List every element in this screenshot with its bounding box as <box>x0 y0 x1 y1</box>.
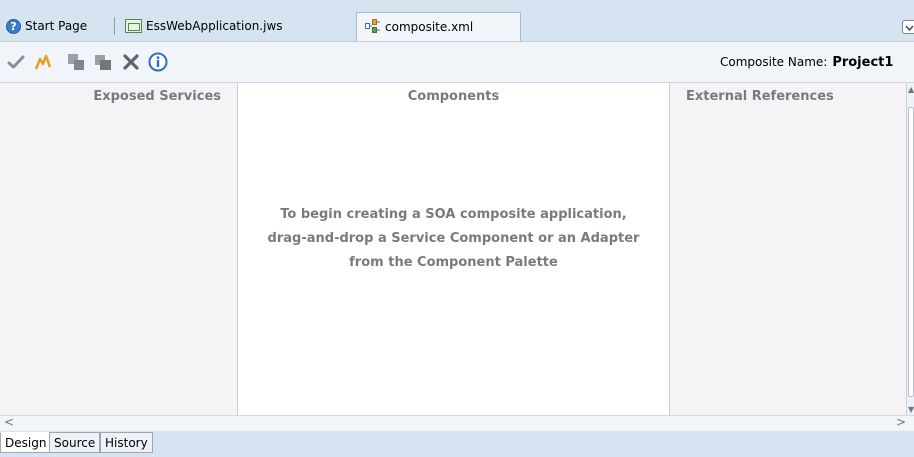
copy-button[interactable] <box>66 52 86 72</box>
external-references-title: External References <box>686 89 834 104</box>
scroll-down-arrow[interactable]: ▼ <box>908 405 914 414</box>
help-icon: ? <box>6 18 21 34</box>
composite-name-value: Project1 <box>832 55 894 70</box>
horizontal-scrollbar[interactable]: < > <box>0 415 914 431</box>
test-button[interactable] <box>33 52 53 72</box>
tab-design[interactable]: Design <box>0 432 52 453</box>
editor-view-tabs: Design Source History <box>0 431 914 457</box>
tab-start-page[interactable]: ? Start Page <box>6 17 87 35</box>
composite-icon <box>365 18 381 36</box>
delete-icon <box>123 54 139 70</box>
composite-name-label: Composite Name: <box>720 55 828 69</box>
validate-icon <box>7 55 25 69</box>
vertical-scrollbar[interactable]: ▲ ▼ <box>906 83 914 416</box>
scroll-right-arrow[interactable]: > <box>896 415 906 429</box>
test-icon <box>34 54 52 70</box>
composite-name: Composite Name: Project1 <box>720 55 893 70</box>
paste-button[interactable] <box>93 52 113 72</box>
paste-icon <box>95 55 111 70</box>
hint-line: from the Component Palette <box>349 255 558 270</box>
scroll-left-arrow[interactable]: < <box>4 415 14 429</box>
workspace-icon <box>125 19 142 33</box>
composite-toolbar: Composite Name: Project1 <box>0 41 914 82</box>
vertical-scroll-thumb[interactable] <box>908 107 914 397</box>
validate-button[interactable] <box>6 52 26 72</box>
exposed-services-title: Exposed Services <box>93 89 221 104</box>
info-button[interactable] <box>148 52 168 72</box>
tab-composite-xml[interactable]: composite.xml <box>356 12 521 41</box>
components-lane[interactable]: Components To begin creating a SOA compo… <box>238 83 670 416</box>
empty-canvas-hint: To begin creating a SOA composite applic… <box>238 203 669 275</box>
tab-label: EssWebApplication.jws <box>146 19 283 33</box>
chevron-down-icon <box>905 25 914 32</box>
copy-icon <box>68 54 84 70</box>
tab-label: Start Page <box>25 19 88 33</box>
hint-line: To begin creating a SOA composite applic… <box>280 207 627 222</box>
info-icon <box>148 52 168 72</box>
external-references-lane[interactable]: External References <box>670 83 906 416</box>
delete-button[interactable] <box>121 52 141 72</box>
tab-label: composite.xml <box>385 20 474 34</box>
tab-history[interactable]: History <box>100 432 153 453</box>
exposed-services-lane[interactable]: Exposed Services <box>0 83 238 416</box>
hint-line: drag-and-drop a Service Component or an … <box>267 231 640 246</box>
tab-list-dropdown[interactable] <box>902 20 914 34</box>
scroll-up-arrow[interactable]: ▲ <box>908 85 914 94</box>
editor-tab-bar: ? Start Page EssWebApplication.jws compo… <box>0 0 914 41</box>
composite-canvas[interactable]: Exposed Services Components To begin cre… <box>0 82 914 416</box>
tab-ess-web-application[interactable]: EssWebApplication.jws <box>114 17 283 35</box>
components-title: Components <box>407 89 500 104</box>
tab-source[interactable]: Source <box>49 432 101 453</box>
